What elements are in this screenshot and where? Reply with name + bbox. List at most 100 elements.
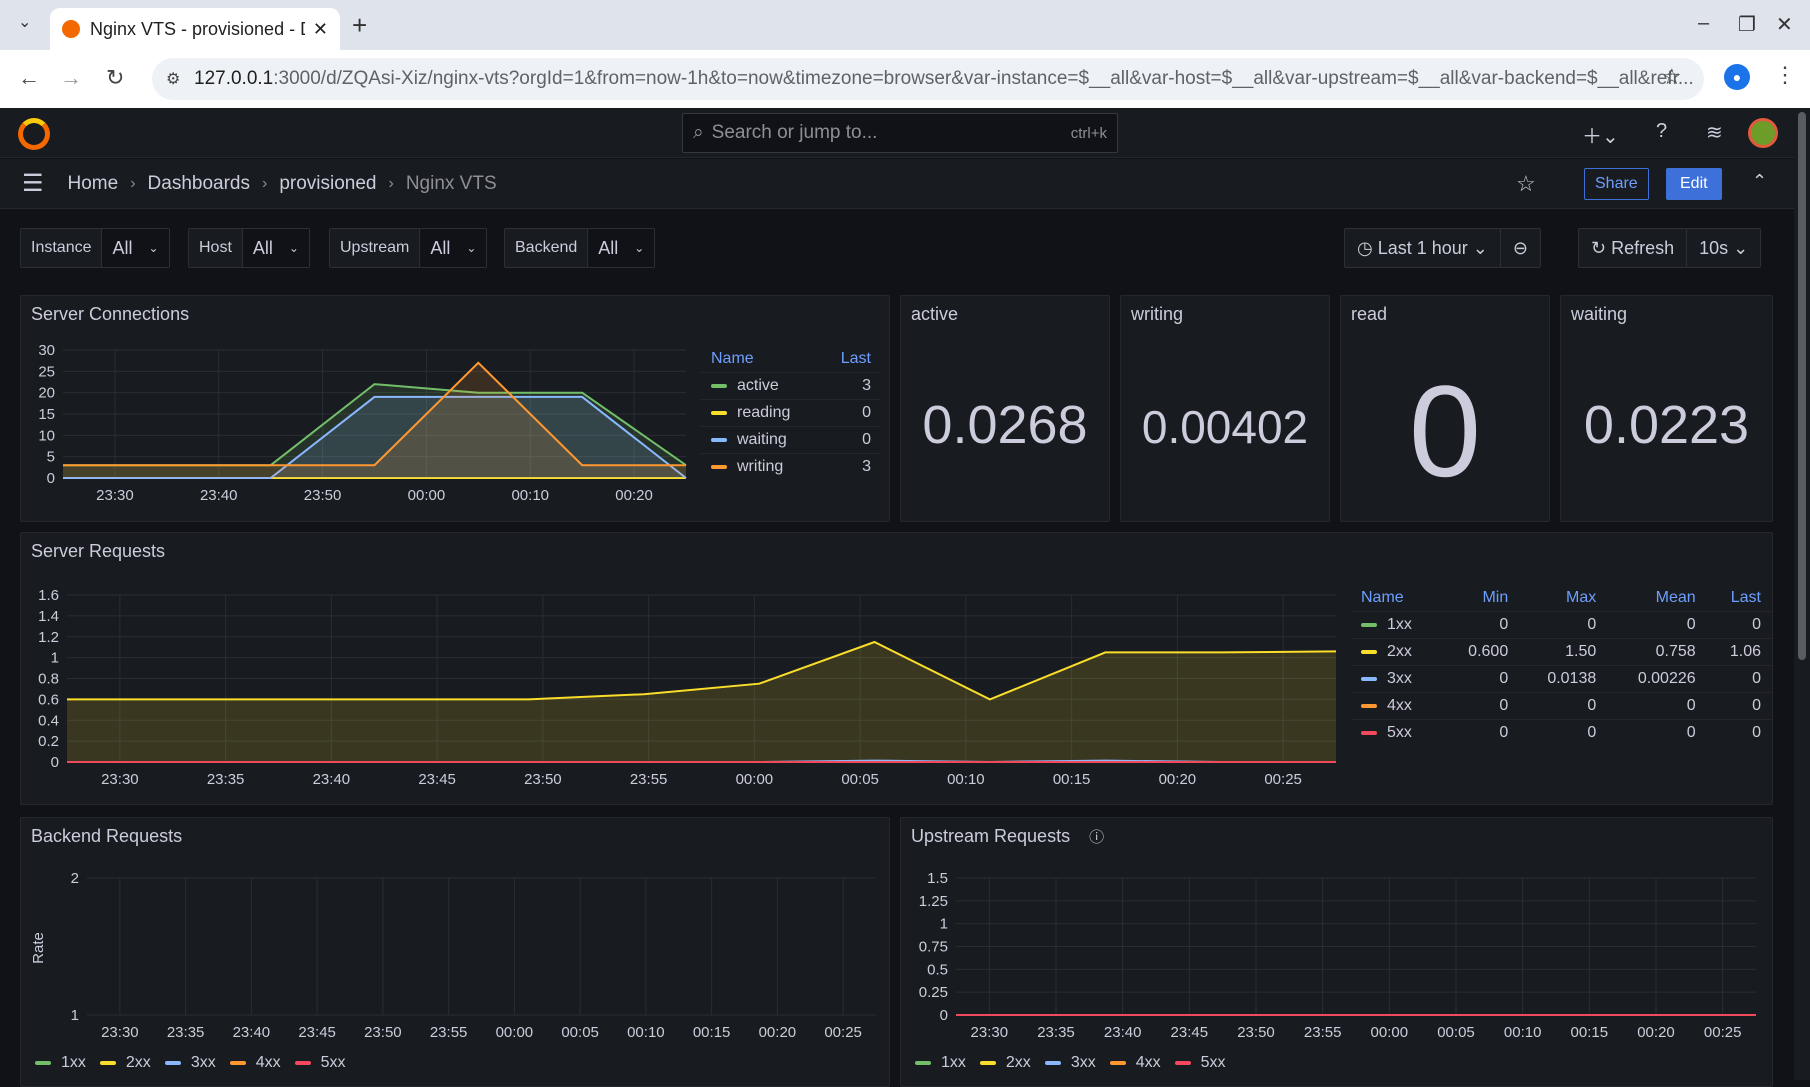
legend-item[interactable]: 5xx bbox=[294, 1054, 346, 1072]
panel-server-connections[interactable]: Server Connections 0 5 10 15 20 25 30 23:30 23:4… bbox=[20, 295, 890, 522]
chevron-down-icon: ⌄ bbox=[634, 241, 645, 255]
panel-title: Upstream Requests ⓘ bbox=[911, 826, 1105, 846]
browser-tab[interactable]: Nginx VTS - provisioned - D ✕ bbox=[50, 8, 340, 50]
stat-value: 0 bbox=[1408, 358, 1482, 504]
breadcrumb-folder[interactable]: provisioned bbox=[279, 173, 376, 195]
legend-item[interactable]: 3xx bbox=[1044, 1054, 1096, 1072]
legend-item[interactable]: 3xx bbox=[164, 1054, 216, 1072]
x-tick-label: 00:05 bbox=[561, 1024, 599, 1038]
legend-item[interactable]: 1xx bbox=[35, 1054, 86, 1072]
legend-row[interactable]: active 3 bbox=[701, 372, 881, 400]
forward-icon[interactable]: → bbox=[60, 65, 82, 91]
legend-row[interactable]: writing 3 bbox=[701, 453, 881, 480]
search-input[interactable]: ⌕ Search or jump to... ctrl+k bbox=[682, 113, 1118, 153]
close-window-icon[interactable]: ✕ bbox=[1776, 12, 1793, 37]
legend-row[interactable]: 4xx 0 0 0 0 bbox=[1351, 692, 1771, 720]
var-backend-label: Backend bbox=[505, 229, 589, 267]
var-host-select[interactable]: All ⌄ bbox=[242, 229, 309, 267]
grafana-logo-icon[interactable] bbox=[18, 118, 50, 150]
panel-upstream-requests[interactable]: Upstream Requests ⓘ 0 0.25 0.5 0.75 1 1.25 1.5… bbox=[900, 817, 1773, 1087]
collapse-icon[interactable]: ⌃ bbox=[1752, 171, 1767, 192]
edit-button[interactable]: Edit bbox=[1666, 168, 1722, 200]
stat-panel-waiting[interactable]: waiting 0.0223 bbox=[1560, 295, 1773, 522]
refresh-interval-select[interactable]: 10s ⌄ bbox=[1686, 229, 1760, 267]
restore-icon[interactable]: ❐ bbox=[1738, 12, 1756, 37]
new-tab-icon[interactable]: + bbox=[352, 10, 367, 41]
stat-title: writing bbox=[1131, 304, 1184, 324]
var-instance-select[interactable]: All ⌄ bbox=[102, 229, 169, 267]
stat-panel-read[interactable]: read 0 bbox=[1340, 295, 1550, 522]
y-tick-label: 0.4 bbox=[38, 712, 59, 729]
help-icon[interactable]: ? bbox=[1656, 120, 1667, 143]
search-placeholder: Search or jump to... bbox=[711, 122, 878, 143]
var-upstream[interactable]: Upstream All ⌄ bbox=[329, 228, 488, 268]
scrollbar-thumb[interactable] bbox=[1798, 112, 1806, 660]
legend-row[interactable]: waiting 0 bbox=[701, 426, 881, 454]
var-host[interactable]: Host All ⌄ bbox=[188, 228, 310, 268]
legend-header-name: Name bbox=[1361, 589, 1404, 606]
var-instance[interactable]: Instance All ⌄ bbox=[20, 228, 170, 268]
site-info-icon[interactable]: ⚙ bbox=[166, 69, 180, 89]
x-tick-label: 00:00 bbox=[736, 771, 774, 788]
favorite-star-icon[interactable]: ☆ bbox=[1516, 171, 1536, 197]
profile-icon[interactable]: ● bbox=[1724, 64, 1750, 90]
var-upstream-select[interactable]: All ⌄ bbox=[420, 229, 487, 267]
url-field[interactable]: ⚙ 127.0.0.1:3000/d/ZQAsi-Xiz/nginx-vts?o… bbox=[152, 58, 1704, 100]
legend-header-mean: Mean bbox=[1655, 589, 1696, 606]
page-scrollbar[interactable] bbox=[1794, 108, 1810, 1080]
zoom-out-icon[interactable]: ⊖ bbox=[1499, 229, 1540, 267]
tab-search-icon[interactable]: ⌄ bbox=[18, 12, 31, 32]
chevron-right-icon: › bbox=[130, 174, 136, 192]
panel-server-requests[interactable]: Server Requests 0 0.2 0.4 0.6 0.8 1 1.2 1.4 1.6 2… bbox=[20, 532, 1773, 805]
legend-item[interactable]: 2xx bbox=[99, 1054, 151, 1072]
x-tick-label: 23:40 bbox=[200, 487, 238, 504]
user-avatar[interactable] bbox=[1748, 118, 1778, 148]
legend-item[interactable]: 4xx bbox=[1109, 1054, 1161, 1072]
add-new-icon[interactable]: ＋⌄ bbox=[1582, 120, 1619, 149]
chevron-right-icon: › bbox=[388, 174, 394, 192]
var-host-label: Host bbox=[189, 229, 243, 267]
y-tick-label: 1.2 bbox=[38, 629, 59, 646]
browser-menu-icon[interactable]: ⋮ bbox=[1774, 62, 1796, 88]
y-tick-label: 0 bbox=[940, 1007, 948, 1024]
legend-row[interactable]: reading 0 bbox=[701, 399, 881, 427]
stat-panel-writing[interactable]: writing 0.00402 bbox=[1120, 295, 1330, 522]
legend-row[interactable]: 5xx 0 0 0 0 bbox=[1351, 719, 1771, 746]
legend-item[interactable]: 1xx bbox=[915, 1054, 966, 1072]
menu-icon[interactable]: ☰ bbox=[22, 169, 44, 198]
reload-icon[interactable]: ↻ bbox=[106, 65, 124, 91]
news-rss-icon[interactable]: ≋ bbox=[1706, 120, 1723, 145]
share-button[interactable]: Share bbox=[1584, 168, 1649, 200]
legend-item[interactable]: 4xx bbox=[229, 1054, 281, 1072]
info-icon[interactable]: ⓘ bbox=[1089, 829, 1104, 846]
var-upstream-label: Upstream bbox=[330, 229, 421, 267]
x-tick-label: 23:45 bbox=[298, 1024, 336, 1038]
chevron-down-icon: ⌄ bbox=[288, 241, 299, 255]
time-range-button[interactable]: ◷ Last 1 hour ⌄ bbox=[1345, 229, 1500, 267]
close-tab-icon[interactable]: ✕ bbox=[313, 19, 328, 40]
x-tick-label: 23:40 bbox=[313, 771, 351, 788]
x-tick-label: 00:00 bbox=[408, 487, 446, 504]
y-tick-label: 1.6 bbox=[38, 587, 59, 604]
x-tick-label: 00:05 bbox=[1437, 1024, 1475, 1038]
legend-row[interactable]: 2xx 0.600 1.50 0.758 1.06 bbox=[1351, 638, 1771, 666]
stat-panel-active[interactable]: active 0.0268 bbox=[900, 295, 1110, 522]
legend-row[interactable]: 1xx 0 0 0 0 bbox=[1351, 611, 1771, 639]
breadcrumb-dashboards[interactable]: Dashboards bbox=[148, 173, 250, 195]
var-backend[interactable]: Backend All ⌄ bbox=[504, 228, 656, 268]
x-tick-label: 00:10 bbox=[511, 487, 549, 504]
grafana-topbar: ⌕ Search or jump to... ctrl+k ＋⌄ ? ≋ bbox=[0, 108, 1794, 158]
y-tick-label: 0.6 bbox=[38, 691, 59, 708]
legend-item[interactable]: 5xx bbox=[1174, 1054, 1226, 1072]
minimize-icon[interactable]: – bbox=[1698, 12, 1709, 35]
x-tick-label: 00:15 bbox=[1571, 1024, 1609, 1038]
legend-row[interactable]: 3xx 0 0.0138 0.00226 0 bbox=[1351, 665, 1771, 693]
legend-item[interactable]: 2xx bbox=[979, 1054, 1031, 1072]
refresh-button[interactable]: ↻ Refresh bbox=[1579, 229, 1686, 267]
breadcrumb-home[interactable]: Home bbox=[68, 173, 119, 195]
bookmark-star-icon[interactable]: ☆ bbox=[1662, 64, 1682, 90]
var-backend-select[interactable]: All ⌄ bbox=[588, 229, 655, 267]
panel-backend-requests[interactable]: Backend Requests 1 2 23:30 23:35 23:40 23:45 2… bbox=[20, 817, 890, 1087]
y-tick-label: 1.25 bbox=[919, 893, 948, 910]
back-icon[interactable]: ← bbox=[18, 65, 40, 91]
